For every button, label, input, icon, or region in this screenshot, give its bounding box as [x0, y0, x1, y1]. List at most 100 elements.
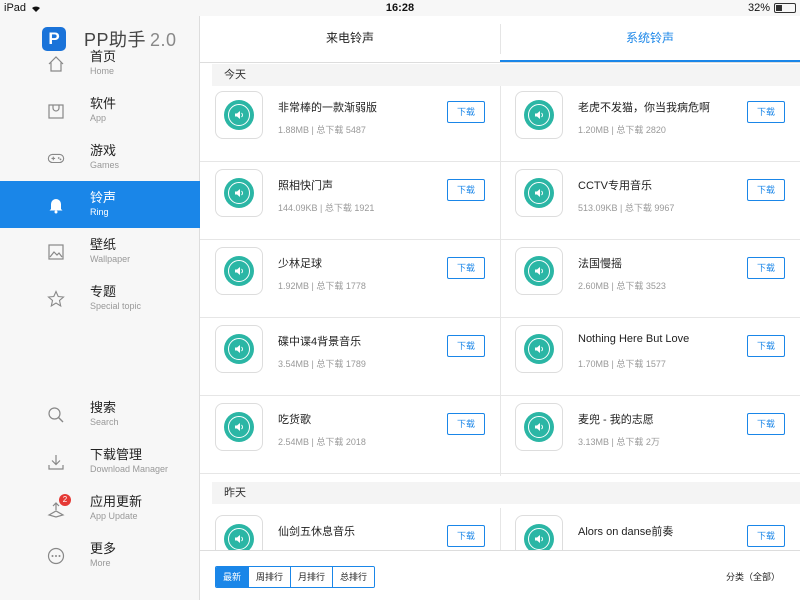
ringtone-size: 1.88MB [278, 125, 310, 135]
play-button [224, 256, 254, 286]
ringtone-card[interactable]: 少林足球 1.92MB | 总下载 1778 下载 [200, 240, 500, 318]
ringtone-card[interactable]: 麦兜 - 我的志愿 3.13MB | 总下载 2万 下载 [500, 396, 800, 474]
ringtone-thumbnail[interactable] [215, 169, 263, 217]
ringtone-meta: 1.88MB | 总下载 5487 [278, 123, 366, 136]
bottom-filter-bar: 最新 周排行 月排行 总排行 分类（全部） [200, 550, 800, 601]
column-divider [500, 508, 501, 550]
download-button[interactable]: 下载 [447, 335, 485, 357]
ringtone-thumbnail[interactable] [515, 247, 563, 295]
ringtone-thumbnail[interactable] [515, 169, 563, 217]
download-button[interactable]: 下载 [447, 525, 485, 547]
sidebar-item-title: 搜索 [90, 400, 117, 415]
sidebar-item-label: 应用更新 App Update [90, 494, 142, 523]
tab-incoming-ringtones[interactable]: 来电铃声 [200, 16, 500, 62]
speaker-icon [235, 423, 243, 431]
speaker-icon [235, 535, 243, 543]
status-bar: iPad 16:28 32% [0, 0, 800, 16]
speaker-ring [528, 260, 550, 282]
category-filter-button[interactable]: 分类（全部） [726, 570, 780, 583]
download-button[interactable]: 下载 [747, 101, 785, 123]
ringtone-card[interactable]: 吃货歌 2.54MB | 总下载 2018 下载 [200, 396, 500, 474]
filter-option[interactable]: 周排行 [248, 567, 291, 587]
ringtone-title: Nothing Here But Love [578, 333, 690, 345]
sidebar-item-title: 软件 [90, 96, 117, 111]
sidebar-item-label: 专题 Special topic [90, 284, 141, 313]
ringtone-size: 2.54MB [278, 437, 310, 447]
sidebar-item-title: 应用更新 [90, 494, 143, 509]
sidebar-item-app[interactable]: 软件 App [0, 87, 200, 134]
sidebar-item-wallpaper[interactable]: 壁纸 Wallpaper [0, 228, 200, 275]
column-divider [500, 86, 501, 476]
sidebar-item-title: 铃声 [90, 190, 117, 205]
ringtone-meta: 1.20MB | 总下载 2820 [578, 123, 666, 136]
filter-option[interactable]: 最新 [216, 567, 249, 587]
ringtone-thumbnail[interactable] [515, 403, 563, 451]
download-button[interactable]: 下载 [747, 335, 785, 357]
download-button[interactable]: 下载 [447, 101, 485, 123]
speaker-ring [528, 528, 550, 550]
ringtone-downloads: 9967 [654, 203, 675, 213]
filter-option[interactable]: 总排行 [332, 567, 375, 587]
download-button[interactable]: 下载 [447, 257, 485, 279]
ringtone-downloads: 2820 [645, 125, 666, 135]
ringtone-card[interactable]: 照相快门声 144.09KB | 总下载 1921 下载 [200, 162, 500, 240]
clock: 16:28 [385, 2, 415, 14]
sidebar-item-more[interactable]: 更多 More [0, 532, 200, 579]
download-button[interactable]: 下载 [447, 413, 485, 435]
play-button [224, 334, 254, 364]
ringtone-size: 144.09KB [278, 203, 318, 213]
ringtone-thumbnail[interactable] [215, 247, 263, 295]
sidebar-item-subtitle: Ring [90, 207, 109, 217]
speaker-ring [228, 338, 250, 360]
sidebar-item-title: 首页 [90, 49, 117, 64]
ringtone-title: 非常棒的一款渐弱版 [278, 102, 377, 114]
download-button[interactable]: 下载 [747, 413, 785, 435]
sidebar-item-subtitle: Download Manager [90, 464, 169, 474]
ringtone-card[interactable]: 非常棒的一款渐弱版 1.88MB | 总下载 5487 下载 [200, 84, 500, 162]
ringtone-card[interactable]: 法国慢摇 2.60MB | 总下载 3523 下载 [500, 240, 800, 318]
ringtone-card[interactable]: Nothing Here But Love 1.70MB | 总下载 1577 下载 [500, 318, 800, 396]
sidebar-item-home[interactable]: 首页 Home [0, 40, 200, 87]
download-button[interactable]: 下载 [747, 257, 785, 279]
speaker-icon [535, 267, 543, 275]
sidebar-item-subtitle: Wallpaper [90, 254, 131, 264]
speaker-ring [528, 104, 550, 126]
ringtone-card[interactable]: 碟中谍4背景音乐 3.54MB | 总下载 1789 下载 [200, 318, 500, 396]
ringtone-card[interactable]: CCTV专用音乐 513.09KB | 总下载 9967 下载 [500, 162, 800, 240]
sidebar-item-subtitle: Search [90, 417, 119, 427]
download-button[interactable]: 下载 [747, 525, 785, 547]
home-icon [47, 55, 65, 73]
sidebar-item-app-update[interactable]: 2 应用更新 App Update [0, 485, 200, 532]
sidebar-item-download-manager[interactable]: 下载管理 Download Manager [0, 438, 200, 485]
sidebar-item-games[interactable]: 游戏 Games [0, 134, 200, 181]
battery-icon [774, 3, 796, 13]
ringtone-card[interactable]: 老虎不发猫，你当我病危啊 1.20MB | 总下载 2820 下载 [500, 84, 800, 162]
filter-option[interactable]: 月排行 [290, 567, 333, 587]
ringtone-thumbnail[interactable] [515, 91, 563, 139]
ringtone-thumbnail[interactable] [515, 325, 563, 373]
ringtone-title: 碟中谍4背景音乐 [278, 336, 362, 348]
sidebar-item-subtitle: More [90, 558, 111, 568]
ringtone-thumbnail[interactable] [215, 325, 263, 373]
ringtone-title: CCTV专用音乐 [578, 180, 652, 192]
ringtone-size: 513.09KB [578, 203, 618, 213]
speaker-ring [228, 528, 250, 550]
ringtone-size: 3.54MB [278, 359, 310, 369]
ringtone-thumbnail[interactable] [215, 91, 263, 139]
sidebar-item-ring[interactable]: 铃声 Ring [0, 181, 200, 228]
tab-system-ringtones[interactable]: 系统铃声 [500, 16, 800, 62]
sidebar-item-special-topic[interactable]: 专题 Special topic [0, 275, 200, 322]
speaker-icon [235, 345, 243, 353]
sidebar-item-search[interactable]: 搜索 Search [0, 391, 200, 438]
speaker-icon [535, 423, 543, 431]
bell-icon [47, 196, 65, 214]
download-button[interactable]: 下载 [747, 179, 785, 201]
ringtone-downloads: 2万 [645, 437, 660, 447]
ringtone-downloads: 3523 [645, 281, 666, 291]
meta-separator: | 总下载 [309, 359, 346, 369]
speaker-ring [228, 416, 250, 438]
download-button[interactable]: 下载 [447, 179, 485, 201]
ringtone-thumbnail[interactable] [215, 403, 263, 451]
star-icon [47, 289, 65, 308]
sidebar-item-subtitle: Home [90, 66, 115, 76]
